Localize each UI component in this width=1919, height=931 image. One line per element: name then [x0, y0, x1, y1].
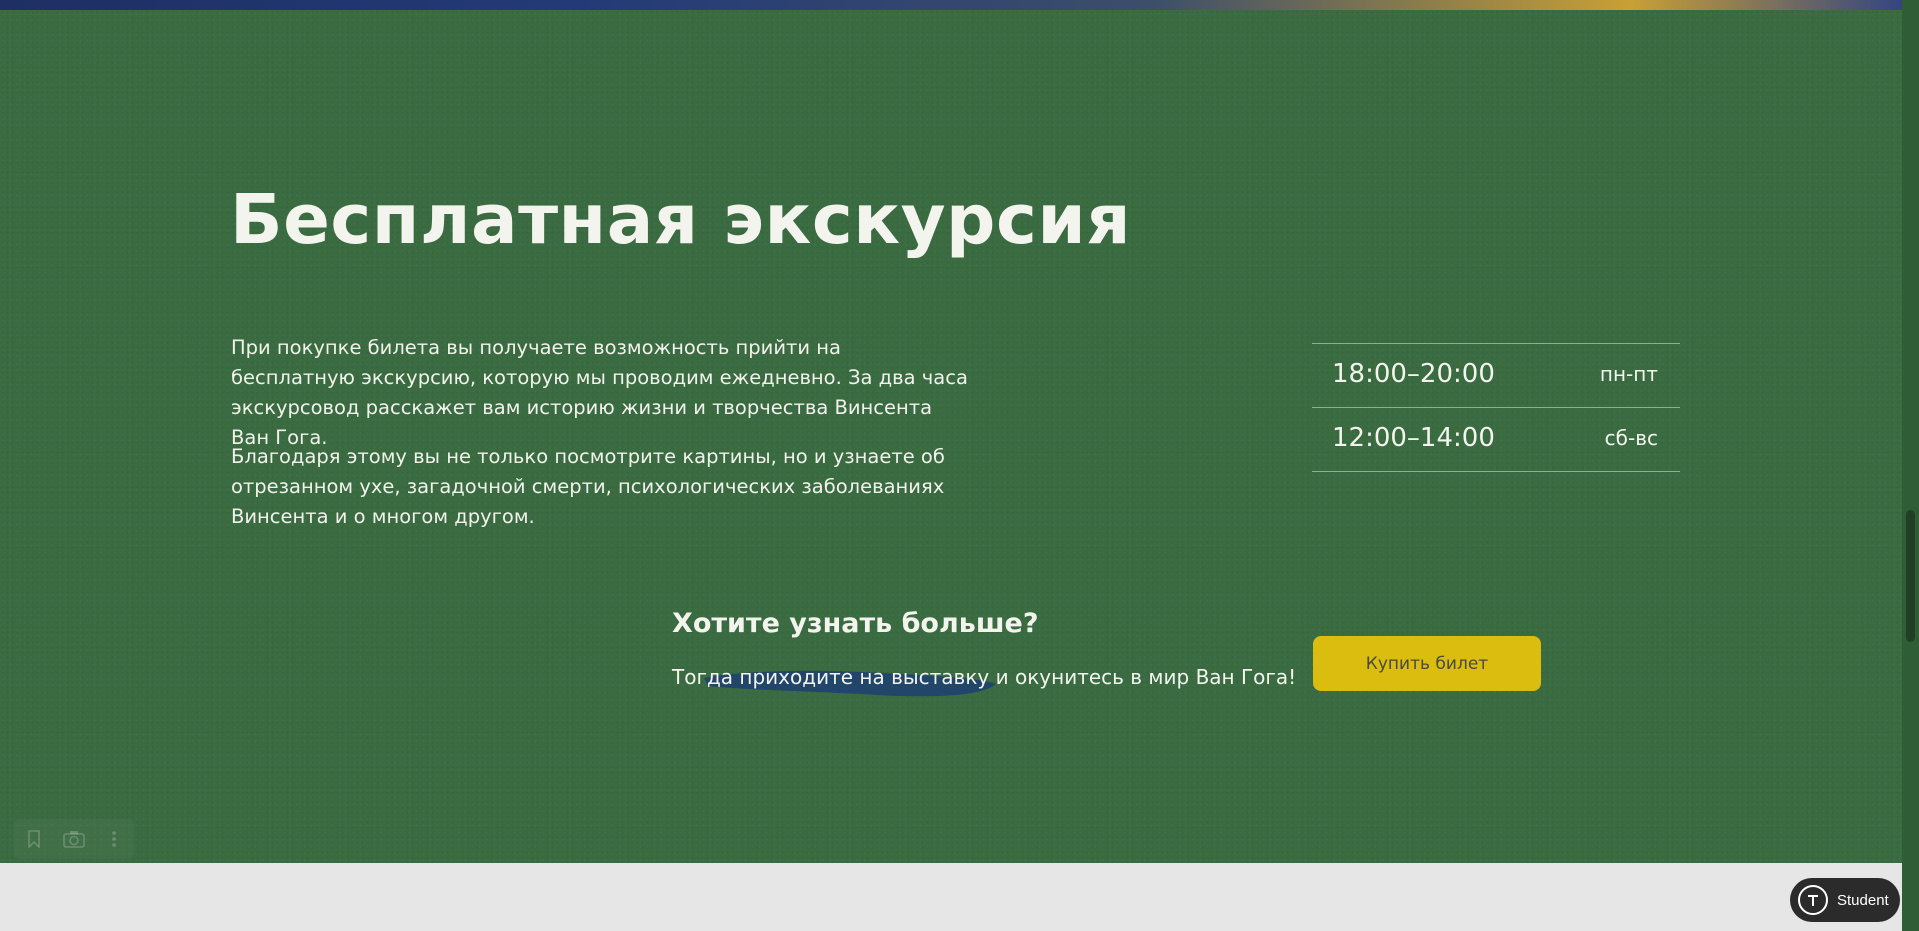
t-logo-icon: [1798, 885, 1828, 915]
image-overlay-toolbar: [14, 819, 134, 859]
free-tour-section: Бесплатная экскурсия При покупке билета …: [0, 10, 1902, 863]
schedule-days: сб-вс: [1604, 426, 1658, 450]
camera-icon[interactable]: [62, 827, 86, 851]
cta-title: Хотите узнать больше?: [672, 608, 1039, 639]
top-image-strip: [0, 0, 1919, 10]
more-vertical-icon[interactable]: [102, 827, 126, 851]
cta-text: Тогда приходите на выставку и окунитесь …: [672, 665, 1297, 689]
scrollbar-thumb[interactable]: [1906, 510, 1915, 642]
tour-description-paragraph: При покупке билета вы получаете возможно…: [231, 336, 968, 449]
schedule-time: 12:00–14:00: [1332, 423, 1495, 453]
student-badge[interactable]: Student: [1790, 878, 1900, 922]
student-badge-label: Student: [1837, 891, 1889, 909]
next-section-background: [0, 863, 1902, 931]
schedule-time: 18:00–20:00: [1332, 359, 1495, 389]
scrollbar[interactable]: [1902, 0, 1919, 931]
schedule-row-weekdays: 18:00–20:00 пн-пт: [1312, 344, 1680, 408]
section-title: Бесплатная экскурсия: [230, 180, 1132, 260]
schedule-row-weekend: 12:00–14:00 сб-вс: [1312, 408, 1680, 472]
bookmark-icon[interactable]: [22, 827, 46, 851]
schedule-days: пн-пт: [1599, 362, 1658, 386]
tour-details-paragraph: Благодаря этому вы не только посмотрите …: [231, 445, 945, 528]
schedule-table: 18:00–20:00 пн-пт 12:00–14:00 сб-вс: [1312, 343, 1680, 472]
buy-ticket-button[interactable]: Купить билет: [1313, 636, 1541, 691]
